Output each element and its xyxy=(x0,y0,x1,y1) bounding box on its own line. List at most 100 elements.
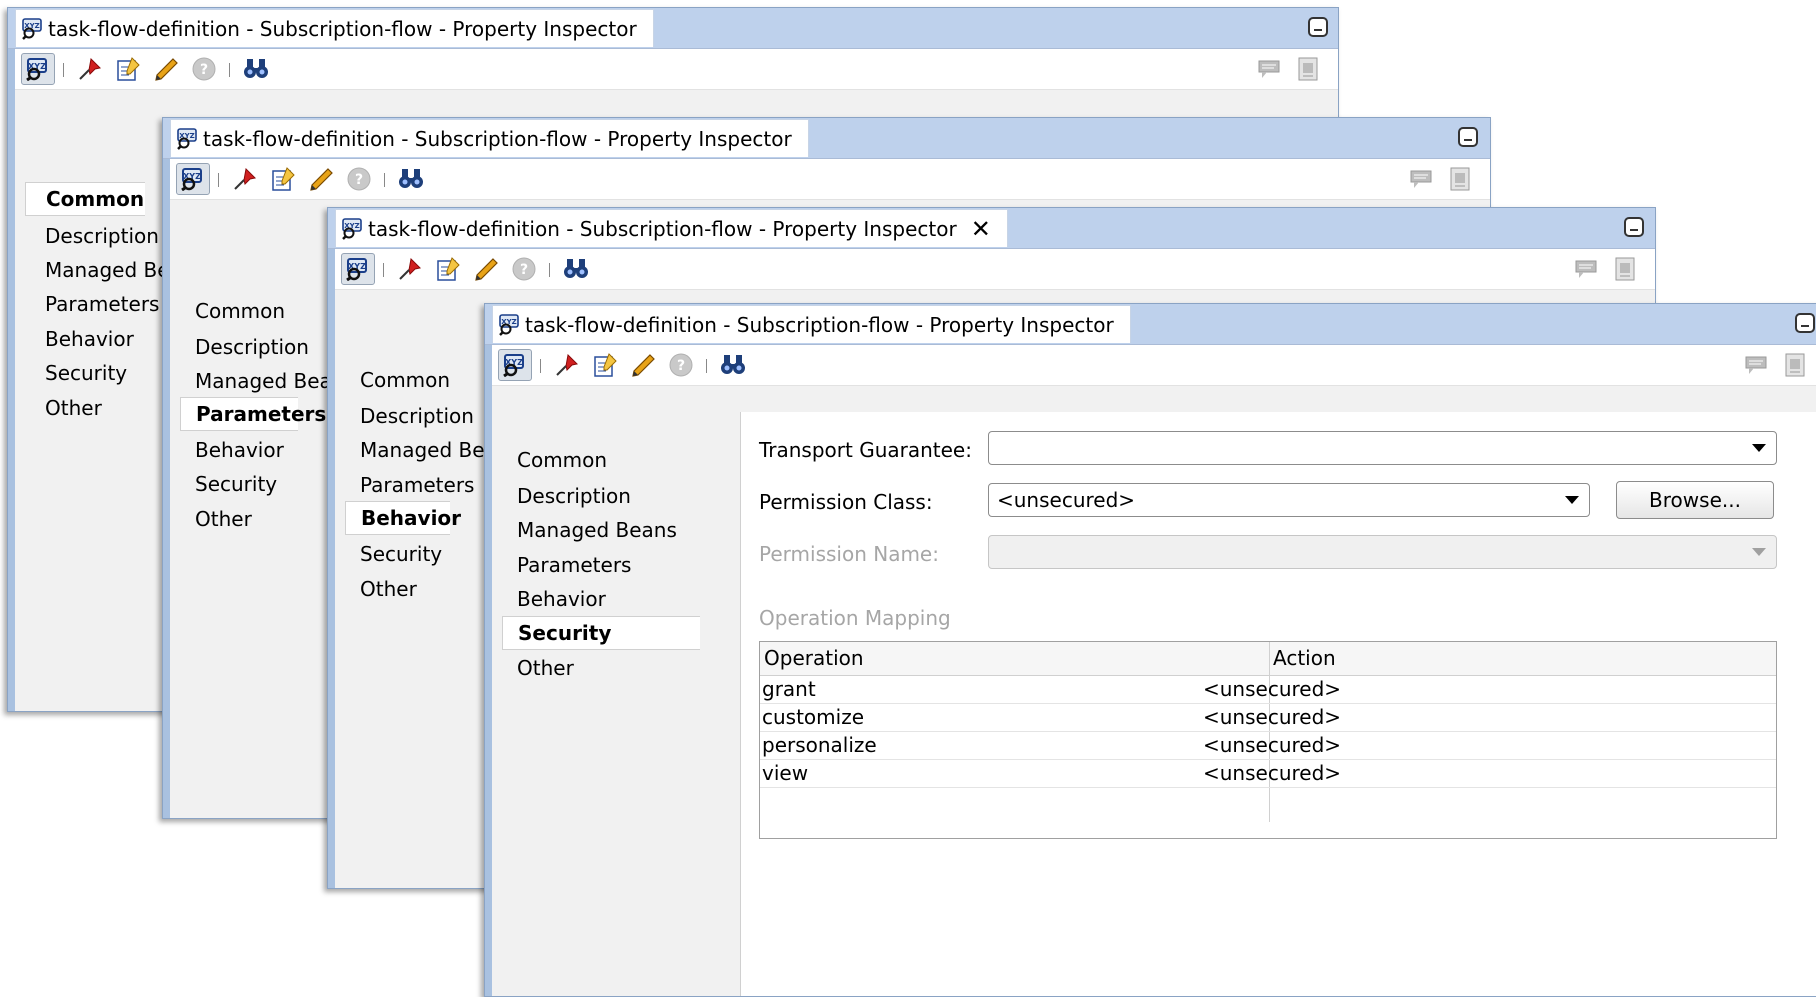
nav-item-other[interactable]: Other xyxy=(517,656,574,680)
pencil-icon[interactable] xyxy=(149,53,183,85)
security-editor: Transport Guarantee: Permission Class: <… xyxy=(740,412,1816,996)
nav-item-managed-beans[interactable]: Managed Beans xyxy=(517,518,677,542)
title-bar: XYZ task-flow-definition - Subscription-… xyxy=(328,208,1655,249)
page-icon[interactable] xyxy=(1778,349,1812,381)
nav-item-other[interactable]: Other xyxy=(195,507,252,531)
property-inspector-window-4: XYZ task-flow-definition - Subscription-… xyxy=(484,303,1816,997)
nav-item-managed-beans[interactable]: Managed Be xyxy=(45,258,170,282)
help-icon: ? xyxy=(342,163,376,195)
structure-icon[interactable]: XYZ xyxy=(21,53,55,85)
permission-name-label: Permission Name: xyxy=(759,542,939,566)
structure-icon[interactable]: XYZ xyxy=(498,349,532,381)
find-icon[interactable] xyxy=(394,163,428,195)
title-tab[interactable]: XYZ task-flow-definition - Subscription-… xyxy=(335,209,1008,247)
action-cell[interactable]: <unsecured> xyxy=(1203,761,1341,785)
toolbar-separator xyxy=(383,263,384,277)
nav-item-description[interactable]: Description xyxy=(517,484,631,508)
nav-item-parameters[interactable]: Parameters xyxy=(180,397,326,431)
title-text: task-flow-definition - Subscription-flow… xyxy=(525,312,1114,337)
minimize-button[interactable] xyxy=(1308,17,1328,37)
nav-item-description[interactable]: Description xyxy=(45,224,159,248)
window-edge xyxy=(328,208,335,888)
nav-item-common[interactable]: Common xyxy=(517,448,607,472)
nav-item-common[interactable]: Common xyxy=(195,299,285,323)
edit-icon[interactable] xyxy=(266,163,300,195)
permission-class-combo[interactable]: <unsecured> xyxy=(988,483,1590,517)
property-inspector-icon: XYZ xyxy=(175,127,201,150)
minimize-button[interactable] xyxy=(1458,127,1478,147)
nav-item-security[interactable]: Security xyxy=(45,361,127,385)
find-icon[interactable] xyxy=(559,253,593,285)
nav-item-behavior[interactable]: Behavior xyxy=(517,587,606,611)
nav-item-parameters[interactable]: Parameters xyxy=(517,553,631,577)
nav-item-common[interactable]: Common xyxy=(360,368,450,392)
comment-icon[interactable] xyxy=(1740,349,1774,381)
toolbar: XYZ? xyxy=(492,345,1816,386)
page-icon[interactable] xyxy=(1443,163,1477,195)
structure-icon[interactable]: XYZ xyxy=(176,163,210,195)
property-inspector-icon: XYZ xyxy=(340,217,366,240)
permission-name-combo[interactable] xyxy=(988,535,1777,569)
edit-icon[interactable] xyxy=(431,253,465,285)
row-divider xyxy=(760,703,1776,704)
page-icon[interactable] xyxy=(1291,53,1325,85)
nav-item-security[interactable]: Security xyxy=(360,542,442,566)
action-cell[interactable]: <unsecured> xyxy=(1203,733,1341,757)
title-tab[interactable]: XYZ task-flow-definition - Subscription-… xyxy=(492,305,1131,343)
browse-button[interactable]: Browse... xyxy=(1616,481,1774,519)
pin-icon[interactable] xyxy=(550,349,584,381)
minimize-button[interactable] xyxy=(1795,313,1815,333)
pencil-icon[interactable] xyxy=(626,349,660,381)
permission-class-value: <unsecured> xyxy=(997,488,1136,512)
nav-item-managed-beans[interactable]: Managed Be xyxy=(360,438,485,462)
nav-item-description[interactable]: Description xyxy=(195,335,309,359)
operation-cell[interactable]: grant xyxy=(762,677,816,701)
nav-item-managed-beans[interactable]: Managed Bea xyxy=(195,369,332,393)
comment-icon[interactable] xyxy=(1253,53,1287,85)
page-icon[interactable] xyxy=(1608,253,1642,285)
minimize-button[interactable] xyxy=(1624,217,1644,237)
title-tab[interactable]: XYZ task-flow-definition - Subscription-… xyxy=(170,119,809,157)
nav-item-other[interactable]: Other xyxy=(360,577,417,601)
comment-icon[interactable] xyxy=(1570,253,1604,285)
nav-item-parameters[interactable]: Parameters xyxy=(360,473,474,497)
toolbar-separator xyxy=(706,359,707,373)
nav-item-description[interactable]: Description xyxy=(360,404,474,428)
edit-icon[interactable] xyxy=(588,349,622,381)
permission-class-label: Permission Class: xyxy=(759,490,933,514)
nav-item-behavior[interactable]: Behavior xyxy=(45,327,134,351)
nav-item-parameters[interactable]: Parameters xyxy=(45,292,159,316)
nav-item-behavior[interactable]: Behavior xyxy=(195,438,284,462)
title-bar: XYZ task-flow-definition - Subscription-… xyxy=(8,8,1338,49)
nav-item-other[interactable]: Other xyxy=(45,396,102,420)
action-cell[interactable]: <unsecured> xyxy=(1203,677,1341,701)
close-icon[interactable]: ✕ xyxy=(971,215,991,243)
transport-guarantee-combo[interactable] xyxy=(988,431,1777,465)
action-cell[interactable]: <unsecured> xyxy=(1203,705,1341,729)
structure-icon[interactable]: XYZ xyxy=(341,253,375,285)
svg-text:?: ? xyxy=(677,358,685,374)
pencil-icon[interactable] xyxy=(469,253,503,285)
operation-cell[interactable]: customize xyxy=(762,705,864,729)
toolbar-separator xyxy=(229,63,230,77)
nav-item-behavior[interactable]: Behavior xyxy=(345,501,461,535)
window-edge xyxy=(485,304,492,996)
chevron-down-icon xyxy=(1752,444,1766,452)
find-icon[interactable] xyxy=(716,349,750,381)
pin-icon[interactable] xyxy=(73,53,107,85)
pin-icon[interactable] xyxy=(393,253,427,285)
nav-item-security[interactable]: Security xyxy=(195,472,277,496)
pin-icon[interactable] xyxy=(228,163,262,195)
edit-icon[interactable] xyxy=(111,53,145,85)
nav-item-common[interactable]: Common xyxy=(25,182,145,216)
comment-icon[interactable] xyxy=(1405,163,1439,195)
table-body: grant <unsecured> customize <unsecured> pers… xyxy=(760,642,1776,838)
find-icon[interactable] xyxy=(239,53,273,85)
pencil-icon[interactable] xyxy=(304,163,338,195)
operation-cell[interactable]: view xyxy=(762,761,808,785)
nav-item-security[interactable]: Security xyxy=(502,616,700,650)
operation-cell[interactable]: personalize xyxy=(762,733,877,757)
toolbar-separator xyxy=(384,173,385,187)
transport-guarantee-label: Transport Guarantee: xyxy=(759,438,972,462)
title-tab[interactable]: XYZ task-flow-definition - Subscription-… xyxy=(15,9,654,47)
